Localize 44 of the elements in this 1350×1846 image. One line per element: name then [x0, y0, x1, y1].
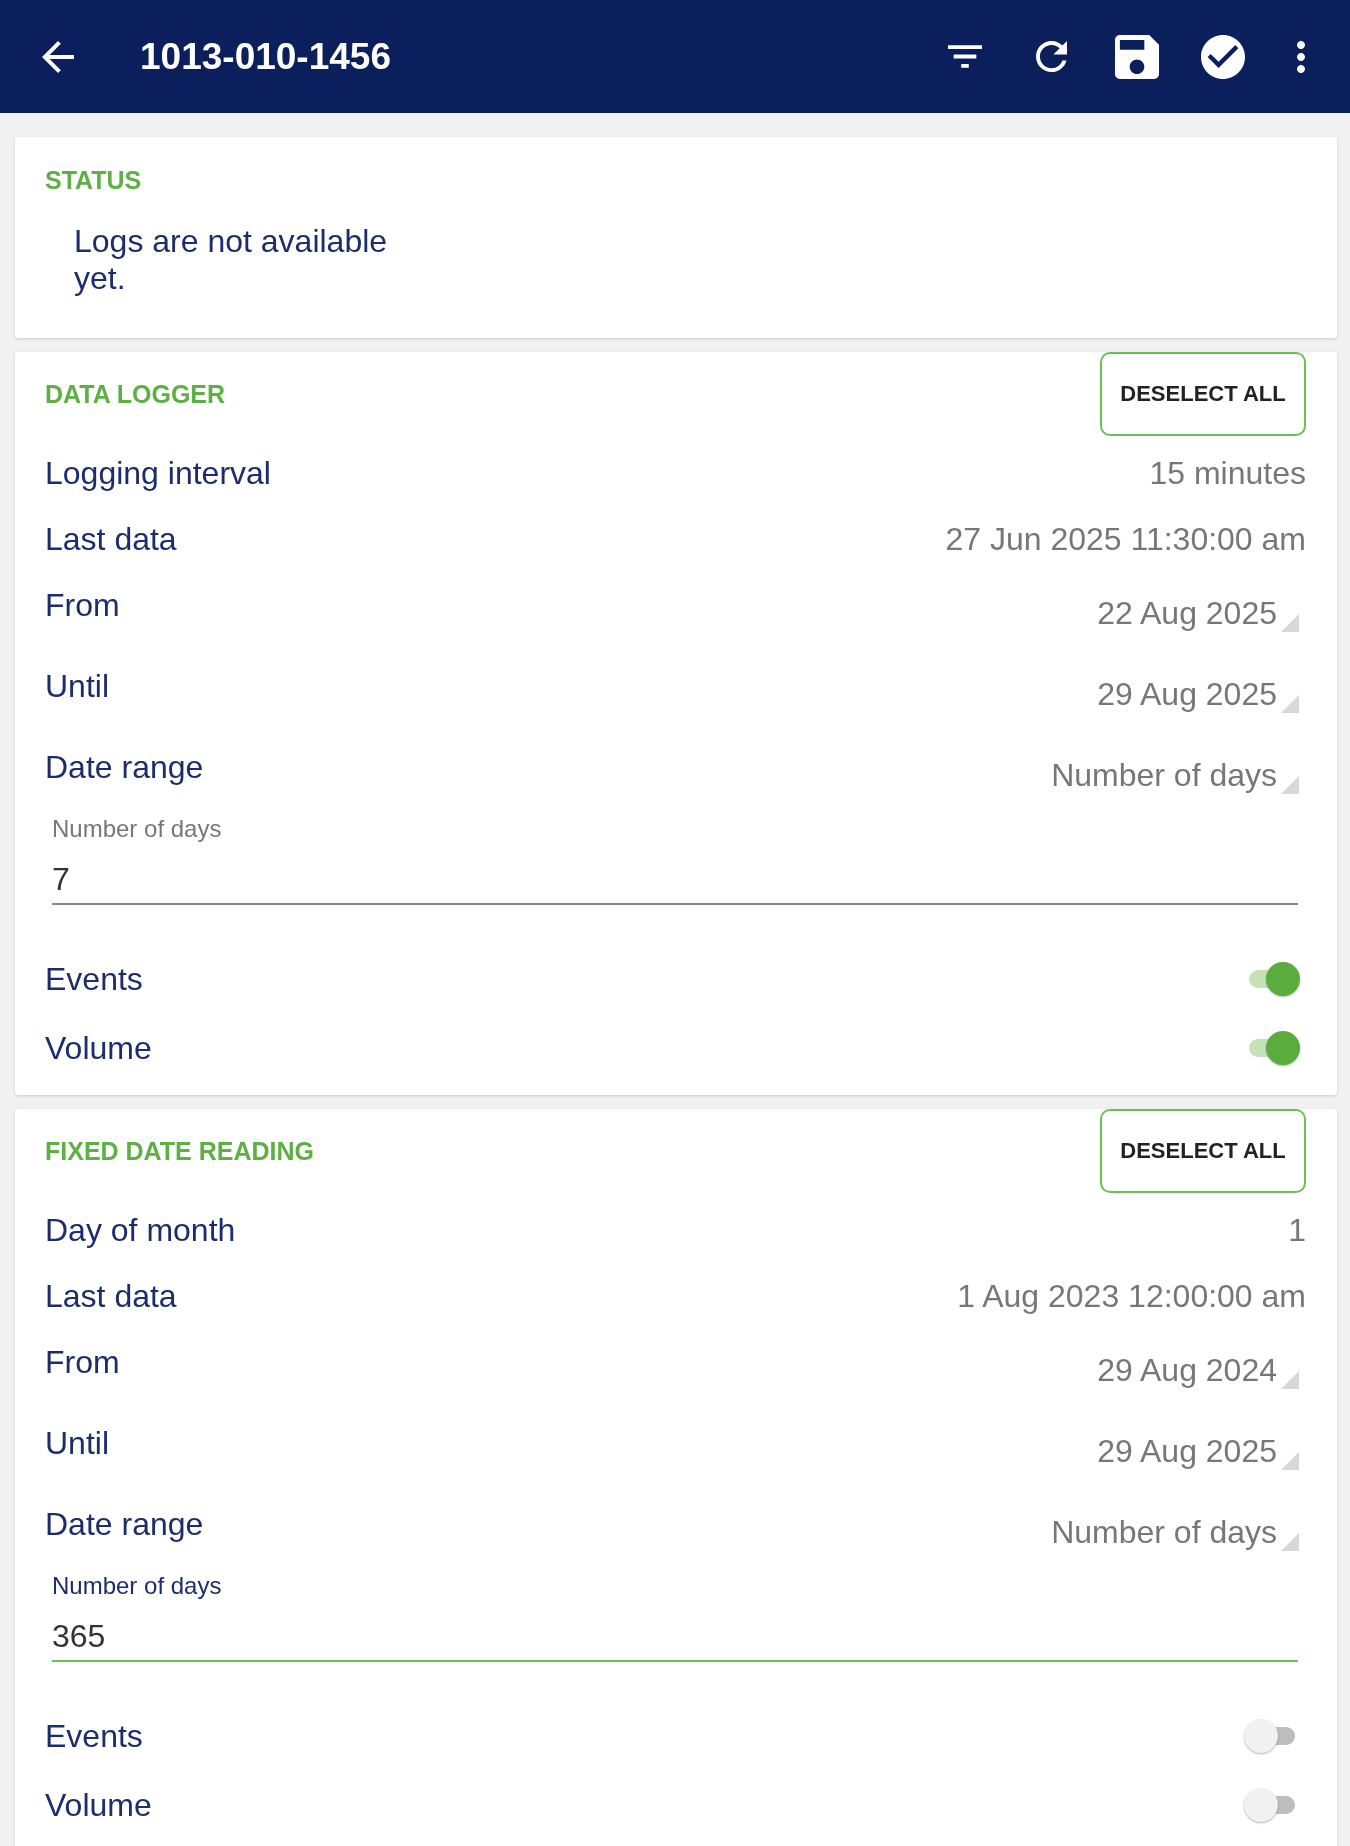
refresh-icon[interactable]	[1035, 41, 1067, 72]
section-heading: STATUS	[45, 165, 142, 195]
row-label: Events	[45, 959, 143, 999]
dropdown-corner-icon	[1281, 1452, 1299, 1470]
row-label: From	[45, 586, 120, 625]
number-input-field[interactable]: Number of days 365	[52, 1572, 1298, 1662]
row-label: Until	[45, 1424, 109, 1463]
row-value: 1	[1288, 1211, 1306, 1249]
dropdown-corner-icon	[1281, 1533, 1299, 1551]
row-label: Volume	[45, 1785, 152, 1825]
row-label: Day of month	[45, 1211, 236, 1250]
more-options-icon[interactable]	[1297, 40, 1305, 73]
row-label: Until	[45, 667, 109, 706]
row-label: From	[45, 1343, 120, 1382]
row-label: Date range	[45, 1505, 204, 1544]
number-input-field[interactable]: Number of days 7	[52, 815, 1298, 905]
dropdown[interactable]: 29 Aug 2025	[1097, 674, 1299, 714]
save-icon[interactable]	[1115, 34, 1159, 79]
dropdown-corner-icon	[1281, 1371, 1299, 1389]
dropdown[interactable]: Number of days	[1051, 1512, 1299, 1552]
row-label: Last data	[45, 520, 177, 559]
dropdown-corner-icon	[1281, 695, 1299, 713]
deselect-all-button[interactable]: DESELECT ALL	[1100, 1109, 1306, 1193]
deselect-all-button[interactable]: DESELECT ALL	[1100, 352, 1306, 436]
section-heading: FIXED DATE READING	[45, 1136, 314, 1166]
filter-icon[interactable]	[948, 45, 982, 68]
dropdown[interactable]: 29 Aug 2025	[1097, 1431, 1299, 1471]
screen-title: 1013-010-1456	[140, 35, 391, 78]
dropdown-corner-icon	[1281, 776, 1299, 794]
row-label: Volume	[45, 1028, 152, 1068]
row-value: 15 minutes	[1149, 454, 1306, 492]
back-arrow-icon[interactable]	[42, 40, 74, 73]
row-value: 27 Jun 2025 11:30:00 am	[945, 520, 1306, 558]
dropdown[interactable]: 29 Aug 2024	[1097, 1350, 1299, 1390]
row-label: Date range	[45, 748, 204, 787]
status-message: Logs are not available yet.	[74, 223, 389, 297]
row-value: 1 Aug 2023 12:00:00 am	[957, 1277, 1306, 1315]
row-label: Events	[45, 1716, 143, 1756]
dropdown-corner-icon	[1281, 614, 1299, 632]
row-label: Logging interval	[45, 454, 271, 493]
dropdown[interactable]: 22 Aug 2025	[1097, 593, 1299, 633]
section-heading: DATA LOGGER	[45, 379, 226, 409]
dropdown[interactable]: Number of days	[1051, 755, 1299, 795]
row-label: Last data	[45, 1277, 177, 1316]
